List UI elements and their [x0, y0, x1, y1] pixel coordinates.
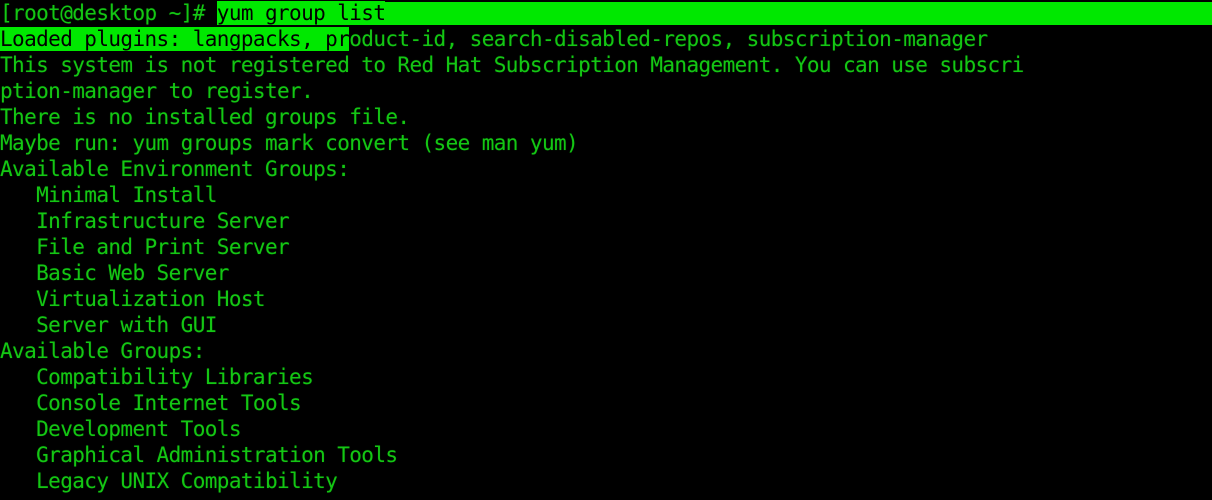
terminal-line: This system is not registered to Red Hat… [0, 52, 1212, 78]
terminal-line: Server with GUI [0, 312, 1212, 338]
terminal-line: Basic Web Server [0, 260, 1212, 286]
selected-text-run: yum group list [216, 1, 386, 25]
terminal-line: Graphical Administration Tools [0, 442, 1212, 468]
selected-text-run: Loaded plugins: langpacks, pr [0, 27, 350, 51]
text-run: Compatibility Libraries [0, 365, 314, 389]
text-run: There is no installed groups file. [0, 105, 410, 129]
text-run: Infrastructure Server [0, 209, 290, 233]
text-run: Minimal Install [0, 183, 217, 207]
terminal-line: Virtualization Host [0, 286, 1212, 312]
text-run: Graphical Administration Tools [0, 443, 398, 467]
text-run: Maybe run: yum groups mark convert (see … [0, 131, 579, 155]
text-run: Available Groups: [0, 339, 205, 363]
terminal-window[interactable]: [root@desktop ~]# yum group list Loaded p… [0, 0, 1212, 500]
terminal-line: [root@desktop ~]# yum group list [0, 0, 1212, 26]
terminal-line: Minimal Install [0, 182, 1212, 208]
text-run: ption-manager to register. [0, 79, 314, 103]
terminal-line: Compatibility Libraries [0, 364, 1212, 390]
text-run: File and Print Server [0, 235, 290, 259]
terminal-line: Console Internet Tools [0, 390, 1212, 416]
terminal-screen[interactable]: [root@desktop ~]# yum group list Loaded p… [0, 0, 1212, 494]
text-run: Virtualization Host [0, 287, 265, 311]
terminal-line: Available Groups: [0, 338, 1212, 364]
terminal-line: Maybe run: yum groups mark convert (see … [0, 130, 1212, 156]
text-run: oduct-id, search-disabled-repos, subscri… [349, 27, 988, 51]
text-run: Legacy UNIX Compatibility [0, 469, 338, 493]
text-run: Basic Web Server [0, 261, 229, 285]
text-run: Available Environment Groups: [0, 157, 350, 181]
terminal-line: Available Environment Groups: [0, 156, 1212, 182]
terminal-line: File and Print Server [0, 234, 1212, 260]
terminal-line: Loaded plugins: langpacks, product-id, s… [0, 26, 1212, 52]
terminal-line: Development Tools [0, 416, 1212, 442]
text-run: Server with GUI [0, 313, 217, 337]
terminal-line: Legacy UNIX Compatibility [0, 468, 1212, 494]
text-run: [root@desktop ~]# [0, 1, 217, 25]
selection-highlight-fill [245, 2, 1212, 25]
text-run: This system is not registered to Red Hat… [0, 53, 1024, 77]
terminal-line: Infrastructure Server [0, 208, 1212, 234]
terminal-line: ption-manager to register. [0, 78, 1212, 104]
text-run: Development Tools [0, 417, 241, 441]
text-run: Console Internet Tools [0, 391, 302, 415]
terminal-line: There is no installed groups file. [0, 104, 1212, 130]
